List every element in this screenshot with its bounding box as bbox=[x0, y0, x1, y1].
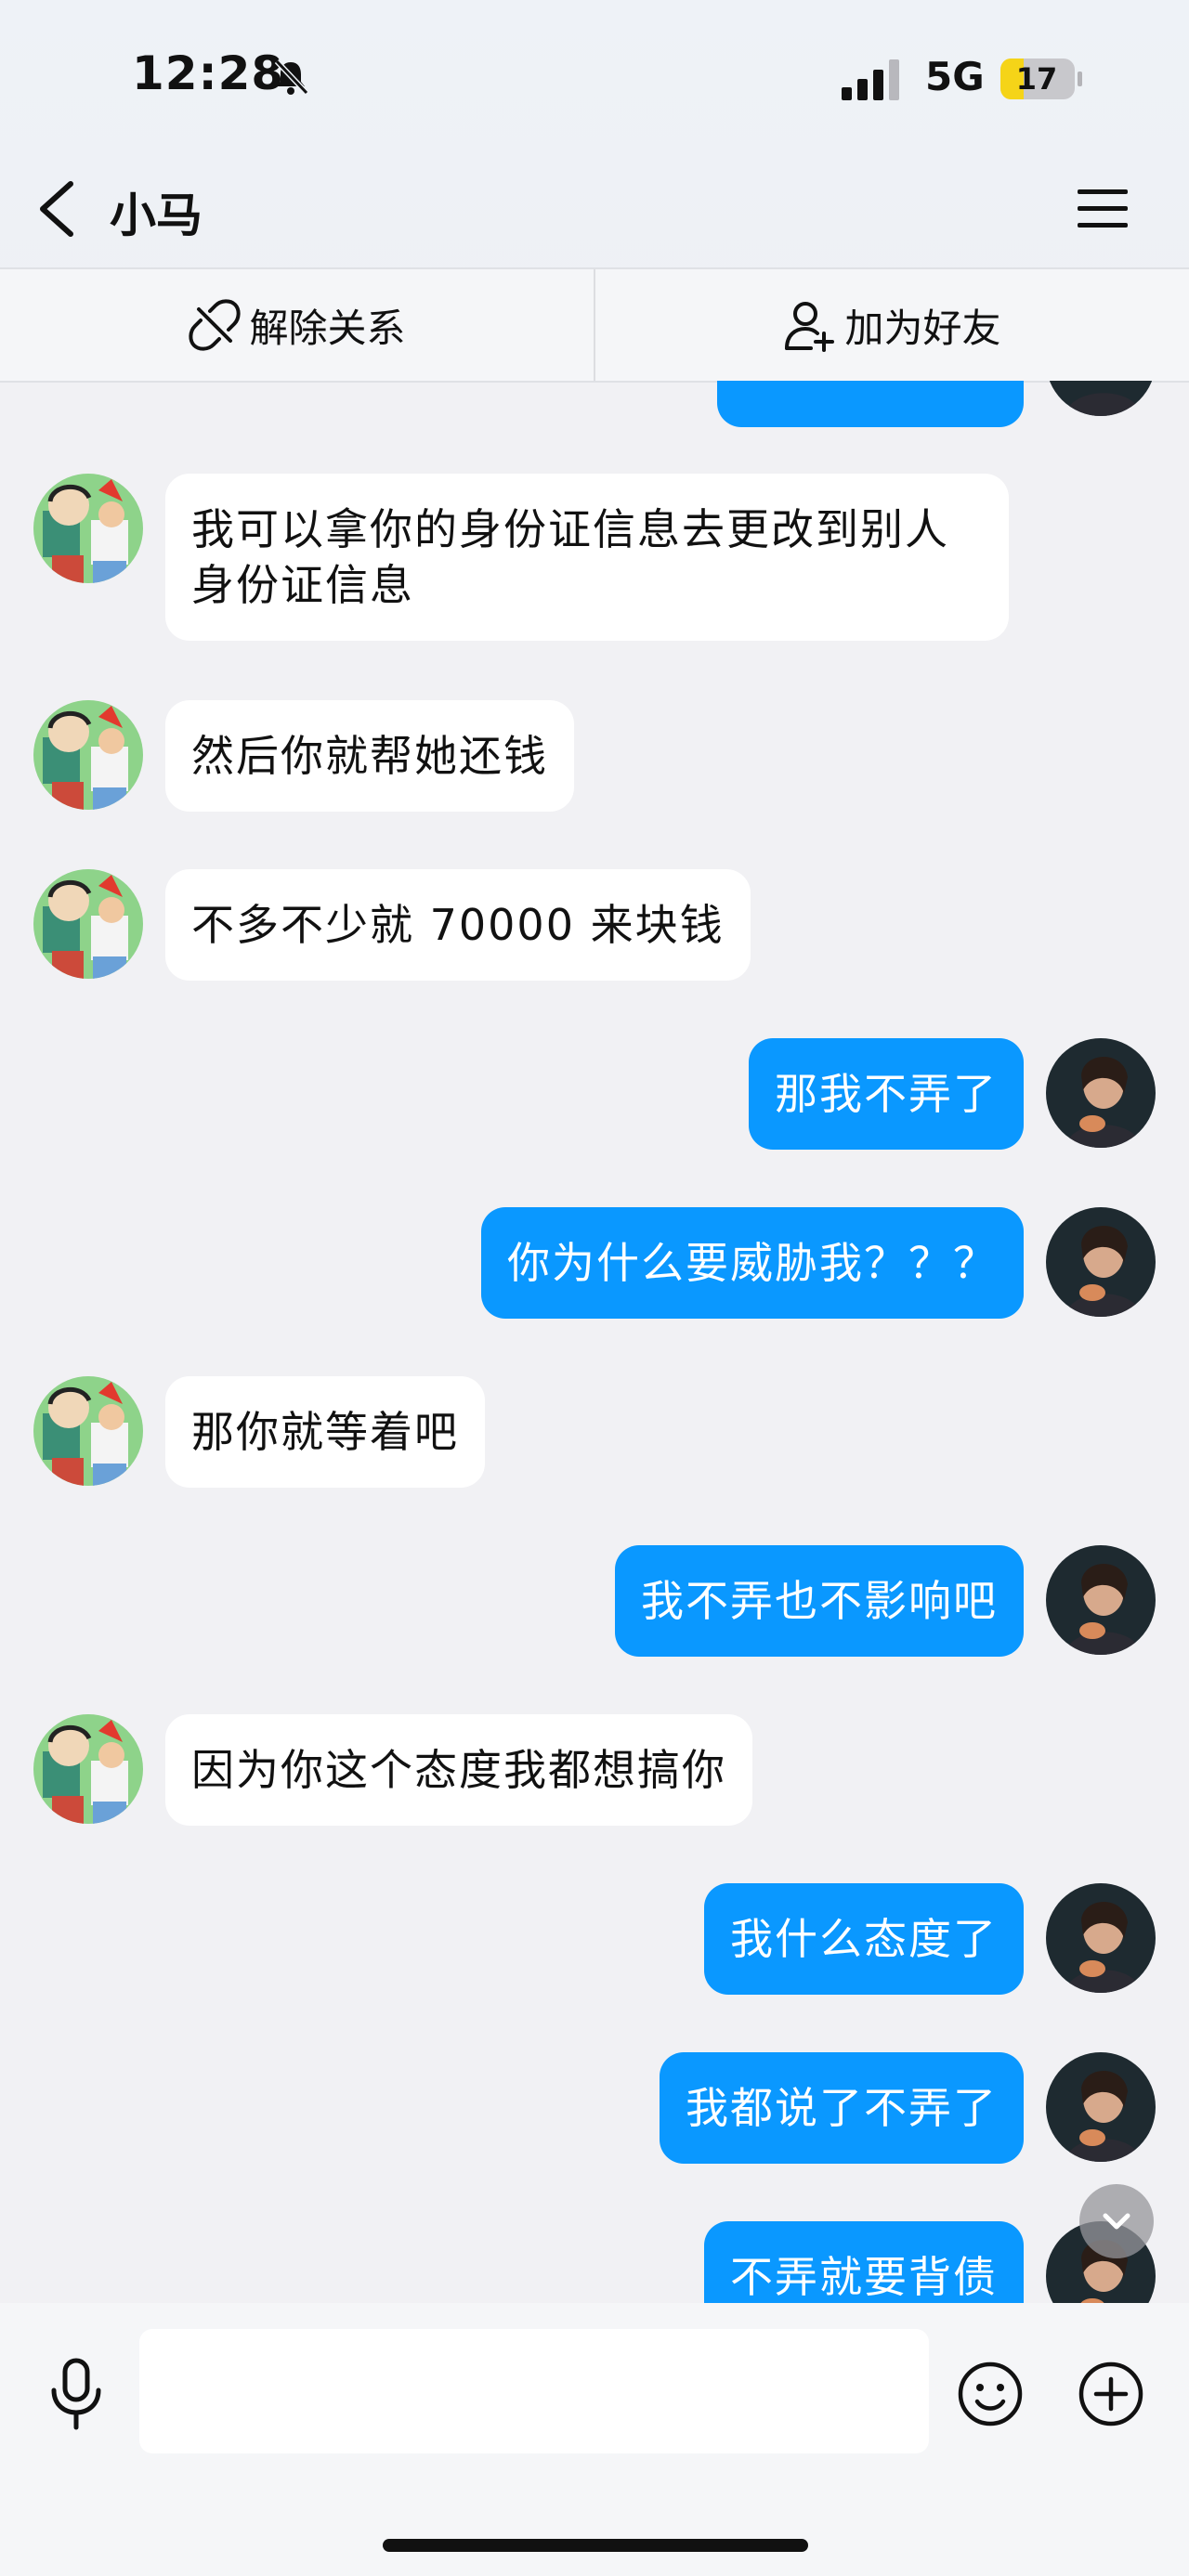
message-bubble-sent[interactable]: 不弄就要背债 bbox=[704, 2221, 1024, 2303]
unlink-button[interactable]: 解除关系 bbox=[0, 269, 594, 381]
avatar-self[interactable] bbox=[1046, 381, 1156, 416]
avatar-contact[interactable] bbox=[33, 700, 143, 810]
bell-muted-icon bbox=[274, 59, 309, 96]
message-bubble-received[interactable]: 我可以拿你的身份证信息去更改到别人身份证信息 bbox=[165, 474, 1009, 641]
add-friend-label: 加为好友 bbox=[844, 305, 1001, 351]
add-user-icon bbox=[785, 302, 835, 352]
emoji-icon[interactable] bbox=[957, 2361, 1024, 2427]
hamburger-menu-icon[interactable] bbox=[1076, 186, 1130, 232]
avatar-self[interactable] bbox=[1046, 1038, 1156, 1148]
chat-message-list[interactable]: 我可以拿你的身份证信息去更改到别人身份证信息 然后你就帮她还钱 不多不少就 70… bbox=[0, 381, 1189, 2303]
page-title: 小马 bbox=[110, 189, 203, 242]
message-bubble-sent[interactable]: 我什么态度了 bbox=[704, 1883, 1024, 1995]
avatar-contact[interactable] bbox=[33, 1376, 143, 1486]
status-bar: 12:28 5G 17 bbox=[0, 0, 1189, 158]
message-bubble-received[interactable]: 然后你就帮她还钱 bbox=[165, 700, 574, 812]
avatar-contact[interactable] bbox=[33, 1714, 143, 1824]
status-time: 12:28 bbox=[132, 46, 285, 100]
chevron-down-icon bbox=[1103, 2213, 1130, 2230]
avatar-self[interactable] bbox=[1046, 1883, 1156, 1993]
avatar-self[interactable] bbox=[1046, 2052, 1156, 2162]
message-input[interactable] bbox=[139, 2329, 929, 2453]
message-bubble-received[interactable]: 不多不少就 70000 来块钱 bbox=[165, 869, 751, 981]
scroll-to-bottom-button[interactable] bbox=[1079, 2184, 1154, 2258]
message-bubble-sent[interactable]: 我不弄也不影响吧 bbox=[615, 1545, 1024, 1657]
chevron-left-icon[interactable] bbox=[33, 176, 80, 241]
battery-level: 17 bbox=[1015, 61, 1058, 97]
unlink-icon bbox=[189, 299, 242, 351]
home-indicator[interactable] bbox=[383, 2539, 808, 2552]
avatar-contact[interactable] bbox=[33, 869, 143, 979]
message-bubble-received[interactable]: 因为你这个态度我都想搞你 bbox=[165, 1714, 752, 1826]
message-bubble-sent[interactable]: 你为什么要威胁我？？？ bbox=[481, 1207, 1024, 1319]
cellular-signal-icon bbox=[842, 59, 899, 100]
avatar-self[interactable] bbox=[1046, 1545, 1156, 1655]
avatar-self[interactable] bbox=[1046, 1207, 1156, 1317]
add-friend-button[interactable]: 加为好友 bbox=[595, 269, 1189, 381]
avatar-contact[interactable] bbox=[33, 474, 143, 583]
microphone-icon[interactable] bbox=[46, 2357, 106, 2431]
plus-circle-icon[interactable] bbox=[1078, 2361, 1144, 2427]
message-bubble-sent[interactable]: 我都说了不弄了 bbox=[660, 2052, 1024, 2164]
message-bubble-sent[interactable]: 那我不弄了 bbox=[749, 1038, 1024, 1150]
unlink-label: 解除关系 bbox=[249, 305, 406, 351]
message-bubble-received[interactable]: 那你就等着吧 bbox=[165, 1376, 485, 1488]
message-bubble-cropped[interactable] bbox=[717, 381, 1024, 427]
network-type: 5G bbox=[925, 54, 985, 99]
relationship-action-bar: 解除关系 加为好友 bbox=[0, 267, 1189, 383]
